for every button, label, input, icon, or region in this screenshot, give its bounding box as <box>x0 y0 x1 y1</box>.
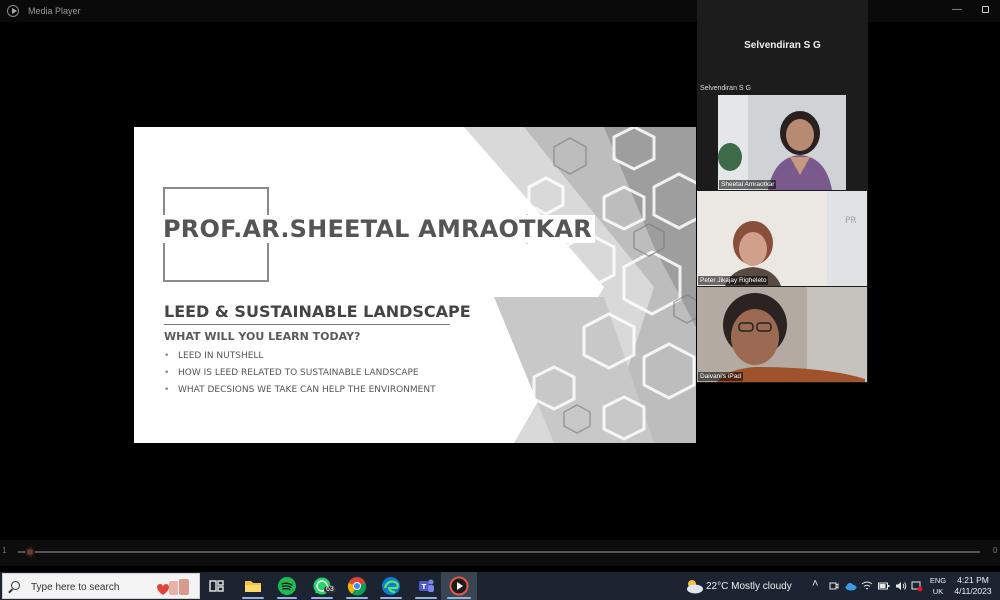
participant-video-frame <box>718 95 846 190</box>
participant-name: Daivani's iPad <box>698 372 743 381</box>
participant-video-tile[interactable]: PR Peter Jikajay Righeleto <box>697 191 867 286</box>
search-placeholder: Type here to search <box>31 582 120 593</box>
restore-button[interactable] <box>982 6 989 13</box>
taskbar: Type here to search 63 T 22°C Mostly clo… <box>0 572 1000 600</box>
taskbar-search-box[interactable]: Type here to search <box>2 573 200 599</box>
open-app-indicator <box>380 597 402 599</box>
learning-bullet-list: • LEED IN NUTSHELL • HOW IS LEED RELATED T… <box>164 348 436 399</box>
seek-thumb[interactable] <box>24 547 35 557</box>
bullet-text: WHAT DECSIONS WE TAKE CAN HELP THE ENVIR… <box>178 385 436 395</box>
security-alert-icon[interactable] <box>911 580 923 592</box>
volume-icon[interactable] <box>895 581 907 591</box>
bullet-item: • LEED IN NUTSHELL <box>164 348 436 365</box>
course-title-underline <box>164 324 450 325</box>
participant-video-tile[interactable]: Sheetal Amraotkar <box>718 95 846 190</box>
weather-status[interactable]: 22°C Mostly cloudy <box>706 581 792 592</box>
presenter-label: Selvendiran S G <box>700 85 751 92</box>
open-app-indicator <box>242 597 264 599</box>
whatsapp-badge: 63 <box>324 586 336 593</box>
participant-video-tile[interactable]: Daivani's iPad <box>697 287 867 382</box>
media-player-app-icon <box>7 5 19 17</box>
course-title: LEED & SUSTAINABLE LANDSCAPE <box>164 302 471 321</box>
chrome-icon[interactable] <box>347 576 367 596</box>
language-code: ENG <box>929 576 947 585</box>
system-clock[interactable]: 4:21 PM 4/11/2023 <box>950 575 996 597</box>
seek-track[interactable] <box>18 551 980 553</box>
open-app-indicator <box>415 597 437 599</box>
search-icon <box>11 581 20 590</box>
teams-icon[interactable]: T <box>416 576 436 596</box>
clock-date: 4/11/2023 <box>954 586 992 596</box>
edge-icon[interactable] <box>381 576 401 596</box>
svg-text:PR: PR <box>845 216 857 226</box>
presenter-banner: Selvendiran S G <box>744 40 821 51</box>
minimize-button[interactable]: — <box>952 4 962 15</box>
presenter-name-heading: PROF.AR.SHEETAL AMRAOTKAR <box>160 215 595 243</box>
elapsed-time: 1 <box>2 546 7 555</box>
weather-cloud-icon[interactable] <box>684 578 704 594</box>
bullet-dot: • <box>164 351 170 361</box>
window-title: Media Player <box>28 6 81 16</box>
onedrive-icon[interactable] <box>845 581 857 591</box>
file-explorer-icon[interactable] <box>243 576 263 596</box>
input-language[interactable]: ENG UK <box>927 575 949 597</box>
open-app-indicator <box>277 597 297 599</box>
open-app-indicator <box>346 597 368 599</box>
meet-now-icon[interactable] <box>829 581 839 591</box>
svg-text:T: T <box>422 583 427 591</box>
media-player-icon[interactable] <box>449 576 469 596</box>
task-view-icon[interactable] <box>207 576 227 596</box>
battery-icon[interactable] <box>878 581 890 591</box>
clock-time: 4:21 PM <box>957 575 989 585</box>
presentation-slide: PROF.AR.SHEETAL AMRAOTKAR LEED & SUSTAIN… <box>134 127 696 443</box>
bullet-text: LEED IN NUTSHELL <box>178 351 264 361</box>
playback-controls: 1 0 <box>0 540 1000 566</box>
participant-name: Sheetal Amraotkar <box>719 180 777 189</box>
network-icon[interactable] <box>861 580 873 592</box>
search-highlight-icon <box>157 579 189 595</box>
bullet-item: • HOW IS LEED RELATED TO SUSTAINABLE LAND… <box>164 365 436 382</box>
screen: Media Player — PROF.AR.SHEETAL AMRAOTKAR… <box>0 0 1000 600</box>
bullet-dot: • <box>164 368 170 378</box>
open-app-indicator <box>311 597 333 599</box>
participant-video-frame: PR <box>697 191 867 286</box>
chevron-up-icon[interactable]: ˄ <box>812 578 818 590</box>
bullet-item: • WHAT DECSIONS WE TAKE CAN HELP THE ENVI… <box>164 382 436 399</box>
open-app-indicator <box>447 597 471 599</box>
spotify-icon[interactable] <box>277 576 297 596</box>
bullet-text: HOW IS LEED RELATED TO SUSTAINABLE LANDS… <box>178 368 419 378</box>
learn-subheading: WHAT WILL YOU LEARN TODAY? <box>164 330 361 343</box>
participant-video-frame <box>697 287 867 382</box>
participant-name: Peter Jikajay Righeleto <box>698 276 769 285</box>
bullet-dot: • <box>164 385 170 395</box>
keyboard-layout: UK <box>932 587 944 596</box>
remaining-time: 0 <box>993 546 998 555</box>
